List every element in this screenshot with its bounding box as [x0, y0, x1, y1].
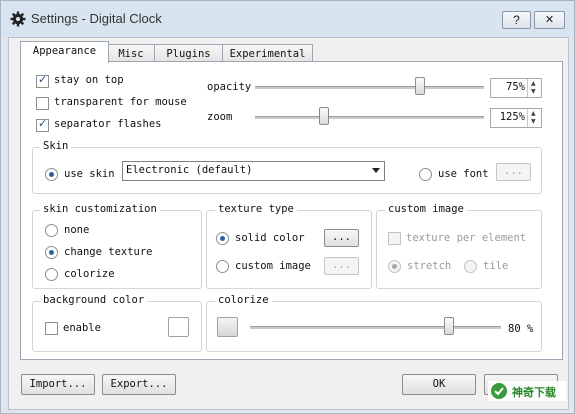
zoom-spinbox[interactable]: 125% ▲ ▼ — [490, 108, 542, 128]
custom-image-radio[interactable] — [216, 260, 229, 273]
font-select-button[interactable]: ... — [496, 163, 531, 181]
change-texture-radio[interactable] — [45, 246, 58, 259]
zoom-slider[interactable] — [255, 116, 484, 119]
separator-flashes-label: separator flashes — [54, 118, 162, 130]
opacity-spinbox[interactable]: 75% ▲ ▼ — [490, 78, 542, 98]
zoom-spin-arrows[interactable]: ▲ ▼ — [527, 109, 541, 127]
zoom-slider-thumb[interactable] — [319, 107, 329, 125]
appearance-panel: stay on top transparent for mouse separa… — [20, 61, 563, 360]
spin-down-icon[interactable]: ▼ — [531, 118, 536, 125]
spin-up-icon[interactable]: ▲ — [531, 110, 536, 117]
solid-color-label: solid color — [235, 232, 305, 244]
zoom-value: 125% — [499, 111, 525, 123]
texture-type-title: texture type — [215, 203, 297, 215]
skin-select-value: Electronic (default) — [126, 164, 253, 176]
custom-image-button[interactable]: ... — [324, 257, 359, 275]
customization-none-label: none — [64, 224, 90, 236]
solid-color-radio[interactable] — [216, 232, 229, 245]
tile-label: tile — [483, 260, 509, 272]
opacity-slider[interactable] — [255, 86, 484, 89]
texture-per-element-label: texture per element — [406, 232, 527, 244]
colorize-radio[interactable] — [45, 268, 58, 281]
opacity-label: opacity — [207, 81, 252, 93]
colorize-slider-thumb[interactable] — [444, 317, 454, 335]
watermark-logo: 神奇下载 — [488, 381, 566, 401]
watermark-text: 神奇下载 — [512, 386, 556, 399]
skin-customization-title: skin customization — [40, 203, 160, 215]
import-button[interactable]: Import... — [21, 374, 95, 395]
stretch-radio[interactable] — [388, 260, 401, 273]
custom-image-group — [376, 210, 542, 289]
customization-none-radio[interactable] — [45, 224, 58, 237]
close-button[interactable]: ✕ — [534, 11, 565, 29]
spin-down-icon[interactable]: ▼ — [531, 88, 536, 95]
colorize-title: colorize — [215, 294, 272, 306]
stay-on-top-label: stay on top — [54, 74, 124, 86]
skin-group-title: Skin — [40, 140, 72, 152]
opacity-slider-thumb[interactable] — [415, 77, 425, 95]
skin-select[interactable]: Electronic (default) — [122, 161, 385, 181]
ok-button[interactable]: OK — [402, 374, 476, 395]
opacity-spin-arrows[interactable]: ▲ ▼ — [527, 79, 541, 97]
use-skin-radio[interactable] — [45, 168, 58, 181]
watermark-icon — [491, 383, 507, 399]
stay-on-top-checkbox[interactable] — [36, 73, 49, 88]
use-font-label: use font — [438, 168, 489, 180]
tile-radio[interactable] — [464, 260, 477, 273]
chevron-down-icon — [372, 168, 380, 173]
spin-up-icon[interactable]: ▲ — [531, 80, 536, 87]
separator-flashes-checkbox[interactable] — [36, 117, 49, 132]
background-enable-checkbox[interactable] — [45, 322, 58, 335]
title-bar[interactable]: Settings - Digital Clock ? ✕ — [1, 1, 574, 37]
use-font-radio[interactable] — [419, 168, 432, 181]
stretch-label: stretch — [407, 260, 452, 272]
settings-window: Settings - Digital Clock ? ✕ Appearance … — [0, 0, 575, 414]
tab-appearance[interactable]: Appearance — [20, 41, 109, 63]
custom-image-label: custom image — [235, 260, 311, 272]
solid-color-button[interactable]: ... — [324, 229, 359, 247]
background-color-swatch[interactable] — [168, 317, 189, 337]
texture-per-element-checkbox[interactable] — [388, 232, 401, 245]
export-button[interactable]: Export... — [102, 374, 176, 395]
zoom-label: zoom — [207, 111, 233, 123]
help-button[interactable]: ? — [502, 11, 531, 29]
background-color-title: background color — [40, 294, 148, 306]
colorize-value: 80 % — [508, 323, 534, 335]
transparent-for-mouse-label: transparent for mouse — [54, 96, 187, 108]
opacity-value: 75% — [506, 81, 525, 93]
transparent-for-mouse-checkbox[interactable] — [36, 97, 49, 110]
gear-icon — [10, 11, 26, 27]
window-title: Settings - Digital Clock — [31, 11, 162, 26]
dialog-client-area: Appearance Misc Plugins Experimental sta… — [8, 37, 569, 410]
colorize-slider[interactable] — [250, 326, 501, 329]
change-texture-label: change texture — [64, 246, 153, 258]
colorize-color-button[interactable] — [217, 317, 238, 337]
colorize-label: colorize — [64, 268, 115, 280]
custom-image-title: custom image — [385, 203, 467, 215]
use-skin-label: use skin — [64, 168, 115, 180]
background-enable-label: enable — [63, 322, 101, 334]
texture-type-group — [206, 210, 372, 289]
